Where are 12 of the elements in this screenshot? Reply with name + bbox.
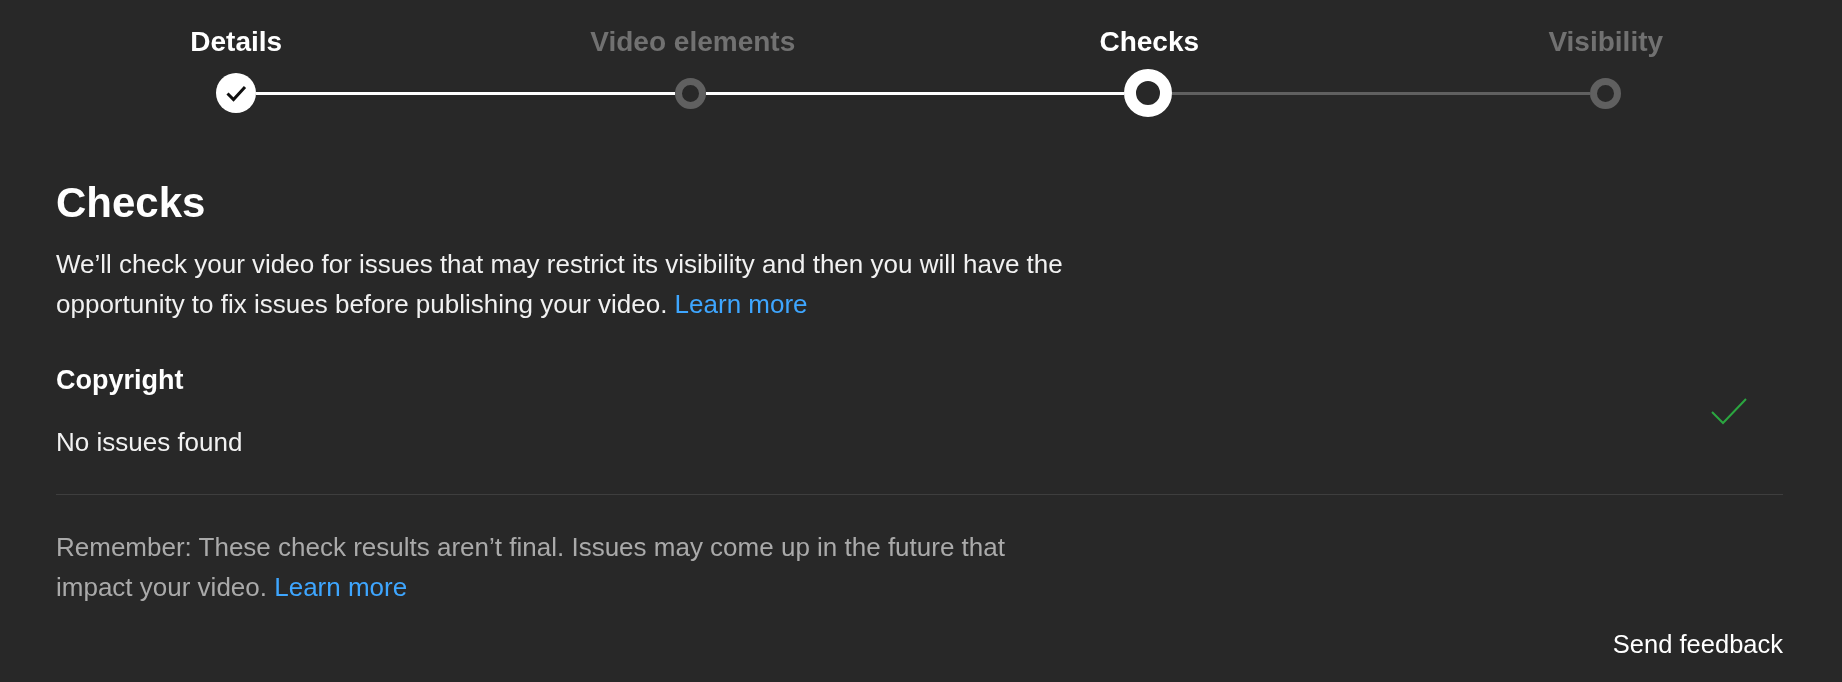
- step-tab[interactable]: Checks: [1099, 24, 1200, 60]
- step-tab[interactable]: Details: [190, 24, 283, 60]
- intro-text: We’ll check your video for issues that may restrict its visibility and then you will have the opportunity to fix issues before publishing your video. Learn more: [56, 248, 1064, 321]
- page-heading: Checks: [56, 179, 207, 227]
- check-title: Copyright: [56, 364, 185, 397]
- step-tab[interactable]: Video elements: [590, 24, 796, 60]
- disclaimer-text: Remember: These check results aren’t final. Issues may come up in the future that impact your video. Learn more: [56, 531, 1006, 604]
- step-tab[interactable]: Visibility: [1548, 24, 1664, 60]
- learn-more-link[interactable]: Learn more: [274, 572, 408, 602]
- send-feedback-button[interactable]: Send feedback: [1612, 626, 1783, 662]
- learn-more-link[interactable]: Learn more: [674, 289, 808, 319]
- check-status: No issues found: [56, 426, 243, 459]
